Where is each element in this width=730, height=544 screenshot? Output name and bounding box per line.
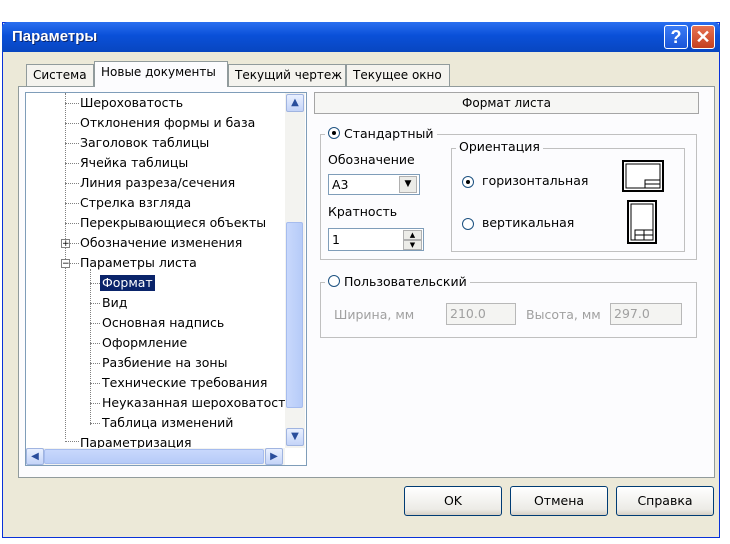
tree-line (65, 163, 79, 164)
tree-item[interactable]: Отклонения формы и база (80, 115, 255, 131)
scroll-down-button[interactable]: ▼ (286, 428, 304, 446)
height-input[interactable]: 297.0 (610, 303, 682, 325)
tree-line (90, 363, 100, 364)
tree-line (65, 183, 79, 184)
dropdown-arrow-icon[interactable]: ▼ (399, 176, 417, 193)
ok-button[interactable]: OK (404, 486, 502, 516)
help-button[interactable]: Справка (616, 486, 714, 516)
designation-label: Обозначение (328, 152, 415, 167)
arrow-left-icon: ◀ (31, 451, 39, 462)
tree-line (90, 283, 100, 284)
tree-line (90, 323, 100, 324)
tree-line (70, 243, 79, 244)
close-icon: ✕ (695, 27, 711, 47)
tree-line (90, 303, 100, 304)
arrow-right-icon: ▶ (270, 451, 278, 462)
tree-collapse-icon[interactable]: − (61, 259, 70, 269)
scroll-thumb-horizontal[interactable] (44, 449, 264, 464)
tab-current-drawing[interactable]: Текущий чертеж (228, 64, 346, 86)
tree-line (65, 123, 79, 124)
custom-radio[interactable] (328, 275, 340, 287)
arrow-up-icon: ▲ (291, 97, 299, 108)
tree-item[interactable]: Разбиение на зоны (102, 355, 227, 371)
width-input[interactable]: 210.0 (446, 303, 516, 325)
tree-expand-icon[interactable]: + (61, 239, 70, 249)
tree-line (65, 223, 79, 224)
tree-item[interactable]: Ячейка таблицы (80, 155, 188, 171)
tree-item[interactable]: Стрелка взгляда (80, 195, 191, 211)
tree-item[interactable]: Оформление (102, 335, 187, 351)
tree-item[interactable]: Основная надпись (102, 315, 224, 331)
tab-current-window[interactable]: Текущее окно (346, 64, 450, 86)
tree-line (65, 143, 79, 144)
standard-radio-label: Стандартный (343, 126, 434, 141)
tree-item[interactable]: Заголовок таблицы (80, 135, 209, 151)
portrait-sheet-icon (627, 200, 657, 244)
tree-line (65, 103, 79, 104)
scroll-up-button[interactable]: ▲ (286, 94, 304, 112)
landscape-sheet-icon (622, 160, 664, 192)
cancel-button[interactable]: Отмена (510, 486, 608, 516)
settings-tree[interactable]: Шероховатость Отклонения формы и база За… (25, 92, 307, 466)
standard-legend: Стандартный (325, 126, 437, 141)
tree-line (90, 423, 100, 424)
tree-line (90, 383, 100, 384)
tab-new-documents[interactable]: Новые документы (94, 61, 228, 87)
spin-up-icon[interactable]: ▲ (403, 230, 422, 240)
close-button[interactable]: ✕ (691, 25, 715, 49)
orientation-horizontal-radio[interactable] (462, 176, 474, 188)
standard-radio[interactable] (328, 127, 340, 139)
tree-item[interactable]: Шероховатость (80, 95, 183, 111)
tree-item-selected[interactable]: Формат (100, 275, 155, 291)
width-label: Ширина, мм (334, 307, 415, 322)
tree-item[interactable]: Таблица изменений (102, 415, 233, 431)
scroll-right-button[interactable]: ▶ (265, 448, 283, 465)
tree-line (90, 343, 100, 344)
orientation-horizontal-label: горизонтальная (482, 173, 589, 188)
tree-line (65, 441, 79, 442)
title-bar[interactable] (2, 22, 720, 52)
custom-radio-label: Пользовательский (343, 274, 467, 289)
orientation-vertical-radio[interactable] (462, 218, 474, 230)
tree-line (90, 403, 100, 404)
tab-system[interactable]: Система (26, 64, 94, 86)
height-label: Высота, мм (526, 307, 601, 322)
custom-legend: Пользовательский (325, 274, 470, 289)
orientation-vertical-label: вертикальная (482, 215, 575, 230)
orientation-legend: Ориентация (456, 139, 543, 154)
tree-line (65, 203, 79, 204)
scroll-thumb-vertical[interactable] (286, 222, 303, 408)
tree-item[interactable]: Линия разреза/сечения (80, 175, 235, 191)
spin-down-icon[interactable]: ▼ (403, 240, 422, 250)
tree-item[interactable]: Параметры листа (80, 255, 197, 271)
help-title-button[interactable]: ? (664, 25, 688, 49)
tree-line (90, 269, 91, 425)
tree-item[interactable]: Перекрывающиеся объекты (80, 215, 266, 231)
tree-item[interactable]: Вид (102, 295, 127, 311)
tree-item[interactable]: Обозначение изменения (80, 235, 242, 251)
section-header: Формат листа (314, 92, 699, 114)
scroll-left-button[interactable]: ◀ (26, 448, 44, 465)
tree-item[interactable]: Неуказанная шероховатость (102, 395, 293, 411)
arrow-down-icon: ▼ (291, 431, 299, 442)
window-title: Параметры (12, 28, 98, 45)
tree-line (70, 263, 79, 264)
tree-item[interactable]: Технические требования (102, 375, 267, 391)
multiplicity-label: Кратность (328, 204, 398, 219)
